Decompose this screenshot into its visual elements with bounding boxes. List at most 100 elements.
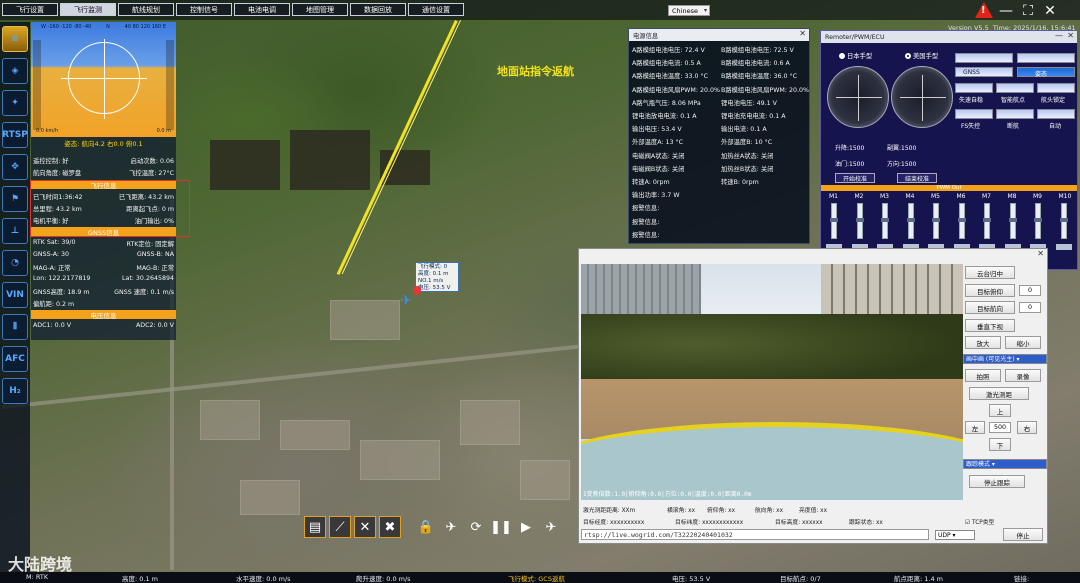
tab-map-management[interactable]: 地图管理 (292, 3, 348, 16)
power-row-10-r: 转速B: 0rpm (721, 179, 759, 186)
gimbal-step-input[interactable]: 500 (989, 422, 1011, 433)
mode-jp-radio[interactable]: 日本手型 (839, 51, 872, 60)
warning-icon[interactable]: ! (975, 2, 993, 19)
pwm-slider-9[interactable] (1059, 203, 1068, 239)
mission-icon[interactable]: ▤ (304, 516, 326, 538)
pwm-slider-2[interactable] (881, 203, 889, 239)
language-select[interactable]: Chinese ▾ (668, 5, 710, 16)
pwm-slider-3[interactable] (906, 203, 915, 239)
start-calibration-button[interactable]: 开始校准 (835, 173, 875, 183)
right-stick (891, 66, 953, 128)
flag-icon[interactable]: ⚑ (2, 186, 28, 212)
tab-comm-settings[interactable]: 通信设置 (408, 3, 464, 16)
drone-marker-icon[interactable]: ✈ (400, 294, 418, 308)
rtl-label: 地面站指令返航 (497, 65, 574, 78)
afc-icon[interactable]: AFC (2, 346, 28, 372)
tab-control-signal[interactable]: 控制信号 (176, 3, 232, 16)
close-icon[interactable]: ✕ (1037, 249, 1044, 258)
left-stick (827, 66, 889, 128)
pwm-label-5: M6 (956, 193, 966, 200)
end-calibration-button[interactable]: 结束校准 (897, 173, 937, 183)
pwm-slider-5[interactable] (957, 203, 966, 239)
hydrogen-icon[interactable]: H₂ (2, 378, 28, 404)
attitude-indicator: W -160 -120 -80 -40 N 40 80 120 160 E 0.0 … (31, 22, 176, 137)
stop-tracking-button[interactable]: 停止跟踪 (969, 475, 1025, 488)
ruler-icon[interactable]: ⟋ (329, 516, 351, 538)
gimbal-up-button[interactable]: 上 (989, 404, 1011, 417)
stream-url-input[interactable]: rtsp://live.wogrid.com/T32220240401032 (581, 529, 929, 540)
minimize-icon[interactable]: — (997, 3, 1015, 19)
landing-icon[interactable]: ⊥ (2, 218, 28, 244)
video-osd: 1变焦倍数:1.0|俯仰角:0.0|方位:0.0|温度:0.0|距离0.0m (583, 491, 752, 498)
pwm-slider-4[interactable] (932, 203, 940, 239)
gimbal-left-button[interactable]: 左 (965, 421, 985, 434)
power-row-7-l: 外部温度A: 13 °C (632, 139, 684, 147)
zoom-out-button[interactable]: 缩小 (1005, 336, 1041, 349)
voltage-icon[interactable]: ⫴ (2, 314, 28, 340)
pwm-slider-8[interactable] (1034, 203, 1042, 239)
pwm-slider-6[interactable] (983, 203, 991, 239)
cross-icon[interactable]: ✕ (354, 516, 376, 538)
power-row-14-l: 报警信息: (632, 231, 660, 239)
view-mode-select[interactable]: 画中画 (可见光主) ▾ (963, 354, 1047, 364)
target-pitch-button[interactable]: 目标俯仰 (965, 284, 1015, 297)
layers-icon[interactable]: ◈ (2, 58, 28, 84)
gauge-icon[interactable]: ◔ (2, 250, 28, 276)
target-yaw-button[interactable]: 目标航向 (965, 301, 1015, 314)
pwm-slider-1[interactable] (855, 203, 864, 239)
tab-data-playback[interactable]: 数据回放 (350, 3, 406, 16)
top-bar: 飞行设置 飞行监测 航线规划 控制信号 电池电调 地图管理 数据回放 通信设置 … (0, 0, 1080, 20)
power-row-7-r: 外部温度B: 10 °C (721, 139, 773, 147)
tab-battery-esc[interactable]: 电池电调 (234, 3, 290, 16)
power-row-11-l: 输出功率: 3.7 W (632, 192, 680, 200)
clear-icon[interactable]: ✖ (379, 516, 401, 538)
power-row-1-r: B路模组电池电流: 0.6 A (721, 60, 790, 68)
takeoff-icon[interactable]: ✈ (440, 516, 462, 538)
photo-button[interactable]: 拍照 (965, 369, 1001, 382)
database-icon[interactable]: ≡ (2, 26, 28, 52)
pwm-value-9 (1055, 244, 1072, 250)
pwm-slider-7[interactable] (1008, 203, 1017, 239)
minimize-icon[interactable]: — (1055, 31, 1063, 40)
close-icon[interactable]: ✕ (799, 29, 806, 38)
protocol-select[interactable]: UDP ▾ (935, 530, 975, 540)
lock-icon[interactable]: 🔒 (415, 516, 437, 538)
attitude-readout: 姿态: 航向4.2 右0.0 俯0.1 (64, 140, 143, 148)
vin-icon[interactable]: VIN (2, 282, 28, 308)
power-row-8-l: 电磁阀A状态: 关闭 (632, 152, 685, 160)
drone-icon[interactable]: ✦ (2, 90, 28, 116)
power-row-2-l: A路模组电池温度: 33.0 °C (632, 73, 709, 81)
quadcopter-icon[interactable]: ✥ (2, 154, 28, 180)
pwm-label-9: M10 (1058, 193, 1072, 200)
zoom-in-button[interactable]: 放大 (965, 336, 1001, 349)
rtsp-icon[interactable]: RTSP (2, 122, 28, 148)
land-icon[interactable]: ✈ (540, 516, 562, 538)
pause-icon[interactable]: ❚❚ (490, 516, 512, 538)
horizon-circle (61, 39, 147, 119)
close-icon[interactable]: ✕ (1041, 3, 1059, 19)
tcp-checkbox[interactable]: ☑ TCP类型 (965, 517, 994, 526)
laser-range-button[interactable]: 激光测距 (969, 387, 1029, 400)
tab-flight-monitor[interactable]: 飞行监测 (60, 3, 116, 16)
target-pitch-input[interactable]: 0 (1019, 285, 1041, 296)
video-feed[interactable]: 1变焦倍数:1.0|俯仰角:0.0|方位:0.0|温度:0.0|距离0.0m (581, 264, 963, 500)
gimbal-right-button[interactable]: 右 (1017, 421, 1037, 434)
highlight-box (30, 180, 190, 237)
power-row-1-l: A路模组电池电流: 0.5 A (632, 60, 701, 68)
play-icon[interactable]: ▶ (515, 516, 537, 538)
loop-icon[interactable]: ⟳ (465, 516, 487, 538)
mode-us-radio[interactable]: 美国手型 (905, 51, 938, 60)
fullscreen-icon[interactable]: ⛶ (1019, 3, 1037, 19)
target-yaw-input[interactable]: 0 (1019, 302, 1041, 313)
tab-route-planning[interactable]: 航线规划 (118, 3, 174, 16)
close-icon[interactable]: ✕ (1067, 31, 1074, 40)
track-mode-select[interactable]: 跟踪模式 ▾ (963, 459, 1047, 469)
gimbal-center-button[interactable]: 云台归中 (965, 266, 1015, 279)
stop-stream-button[interactable]: 停止 (1003, 528, 1043, 541)
vertical-down-button[interactable]: 垂直下视 (965, 319, 1015, 332)
tab-flight-settings[interactable]: 飞行设置 (2, 3, 58, 16)
left-tool-rail: ≡ ◈ ✦ RTSP ✥ ⚑ ⊥ ◔ VIN ⫴ AFC H₂ (0, 22, 30, 572)
gimbal-down-button[interactable]: 下 (989, 438, 1011, 451)
record-button[interactable]: 录像 (1005, 369, 1041, 382)
pwm-slider-0[interactable] (830, 203, 838, 239)
